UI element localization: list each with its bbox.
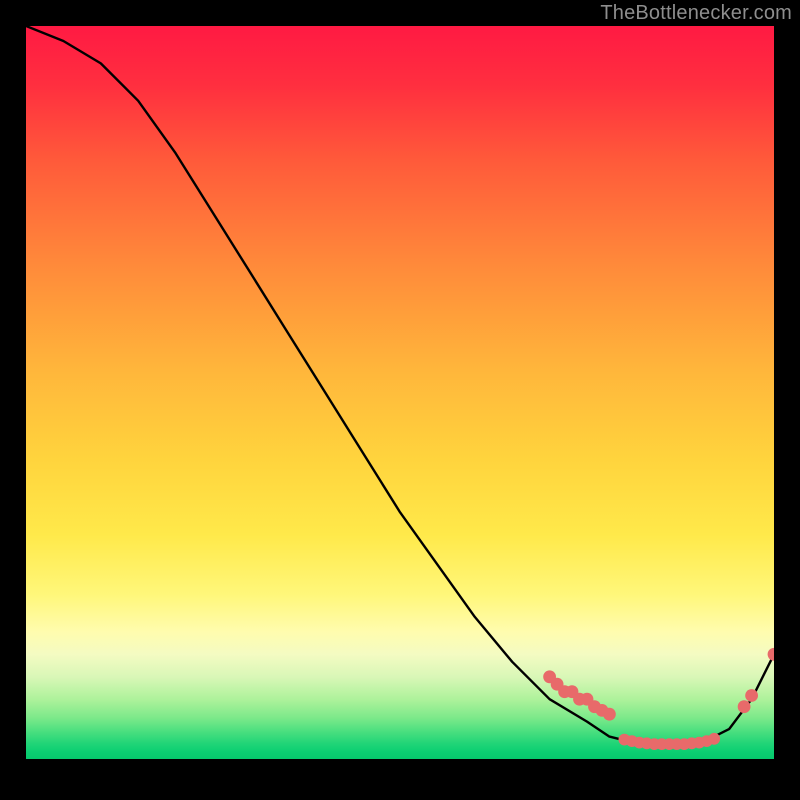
data-point: [745, 689, 758, 702]
plot-area: [26, 26, 774, 774]
data-point: [738, 700, 751, 713]
data-point: [708, 733, 720, 745]
curve-layer: [26, 26, 774, 774]
data-point: [603, 708, 616, 721]
watermark-text: TheBottlenecker.com: [600, 2, 792, 25]
data-points-group: [543, 648, 774, 750]
bottleneck-curve-path: [26, 26, 774, 744]
chart-container: TheBottlenecker.com: [0, 0, 800, 800]
data-point: [768, 648, 774, 661]
